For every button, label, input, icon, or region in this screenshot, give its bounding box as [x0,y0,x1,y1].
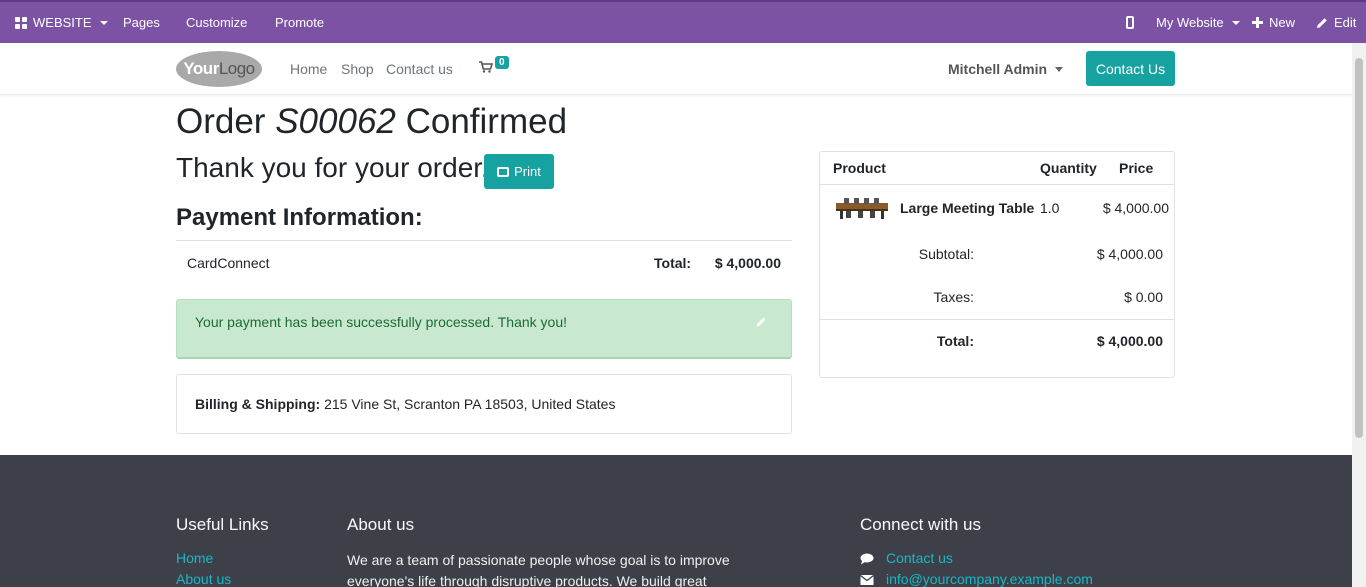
order-reference: S00062 [275,102,396,141]
footer-link-about-us[interactable]: About us [176,571,231,587]
taxes-value: $ 0.00 [1124,289,1163,305]
printer-icon [497,166,510,177]
mobile-phone-icon [1126,16,1134,29]
edit-button[interactable]: Edit [1316,2,1356,43]
apps-icon [15,16,27,29]
order-title-suffix: Confirmed [395,102,568,141]
admin-top-bar: WEBSITE Pages Customize Promote My Websi… [0,0,1366,43]
customize-menu[interactable]: Customize [186,2,247,43]
payment-success-alert: Your payment has been successfully proce… [176,299,792,359]
caret-down-icon [1055,66,1064,72]
col-quantity: Quantity [1040,160,1097,176]
website-menu[interactable]: WEBSITE [15,2,108,43]
billing-shipping-card: Billing & Shipping: 215 Vine St, Scranto… [176,374,792,434]
summary-total-value: $ 4,000.00 [1096,333,1163,349]
subtotal-value: $ 4,000.00 [1096,246,1163,262]
connect-heading: Connect with us [860,515,981,534]
payment-method: CardConnect [187,255,270,271]
summary-header-row: Product Quantity Price [820,152,1174,185]
user-name: Mitchell Admin [948,61,1048,77]
product-quantity: 1.0 [1040,200,1060,216]
pencil-icon [1317,17,1327,28]
col-price: Price [1119,160,1154,176]
caret-down-icon [1231,20,1240,25]
new-label: New [1269,15,1296,30]
website-menu-label: WEBSITE [33,15,92,30]
site-footer: Useful Links Home About us About us We a… [0,455,1352,587]
summary-divider [820,319,1174,320]
my-website-label: My Website [1156,15,1224,30]
caret-down-icon [99,20,108,25]
edit-label: Edit [1334,15,1357,30]
summary-total-label: Total: [936,333,974,349]
subtotal-label: Subtotal: [918,246,974,262]
company-logo[interactable]: Your Logo [176,51,262,87]
logo-text-logo: Logo [218,59,255,78]
my-website-menu[interactable]: My Website [1156,2,1240,43]
user-menu[interactable]: Mitchell Admin [948,43,1064,95]
col-product: Product [833,160,886,176]
contact-us-button[interactable]: Contact Us [1086,51,1175,86]
taxes-label: Taxes: [933,289,974,305]
pages-menu[interactable]: Pages [123,2,160,43]
about-us-line-1: We are a team of passionate people whose… [347,552,730,568]
product-image [836,198,888,219]
scrollbar-thumb[interactable] [1355,58,1363,438]
nav-contact-us[interactable]: Contact us [386,43,453,95]
order-title: Order S00062 Confirmed [176,102,567,142]
print-button[interactable]: Print [484,154,554,189]
site-header: Your Logo Home Shop Contact us 0 Mitchell… [0,43,1352,95]
product-name: Large Meeting Table [900,200,1035,216]
useful-links-heading: Useful Links [176,515,269,534]
billing-address: 215 Vine St, Scranton PA 18503, United S… [320,396,616,412]
footer-contact-link[interactable]: Contact us [886,550,953,566]
about-us-line-2: everyone's life through disruptive produ… [347,573,707,587]
shopping-cart-icon[interactable] [479,61,493,73]
promote-menu[interactable]: Promote [275,2,324,43]
pencil-icon[interactable] [756,316,767,327]
page-scrollbar[interactable] [1352,43,1366,587]
order-summary-card: Product Quantity Price Large Meeting Tab… [819,151,1175,378]
product-price: $ 4,000.00 [1102,200,1169,216]
cart-count-badge: 0 [495,56,509,69]
payment-total-label: Total: [654,255,692,271]
envelope-icon [860,574,874,585]
payment-info-heading: Payment Information: [176,204,423,231]
footer-email-link[interactable]: info@yourcompany.example.com [886,571,1093,587]
about-us-text: We are a team of passionate people whose… [347,550,767,587]
logo-text-your: Your [183,59,219,78]
thank-you-heading: Thank you for your order. [176,152,489,183]
mobile-preview-button[interactable] [1126,2,1134,43]
payment-total-value: $ 4,000.00 [714,255,781,271]
plus-icon [1252,17,1263,28]
new-button[interactable]: New [1252,2,1295,43]
about-us-heading: About us [347,515,415,534]
comment-icon [860,553,874,565]
print-label: Print [514,164,541,179]
footer-link-home[interactable]: Home [176,550,213,566]
payment-success-message: Your payment has been successfully proce… [195,314,567,330]
nav-home[interactable]: Home [290,43,327,95]
nav-shop[interactable]: Shop [341,43,374,95]
billing-shipping-label: Billing & Shipping: [195,396,321,412]
payment-table: CardConnect Total: $ 4,000.00 [176,240,792,283]
order-title-prefix: Order [176,102,276,141]
billing-shipping-line: Billing & Shipping: 215 Vine St, Scranto… [195,396,615,412]
